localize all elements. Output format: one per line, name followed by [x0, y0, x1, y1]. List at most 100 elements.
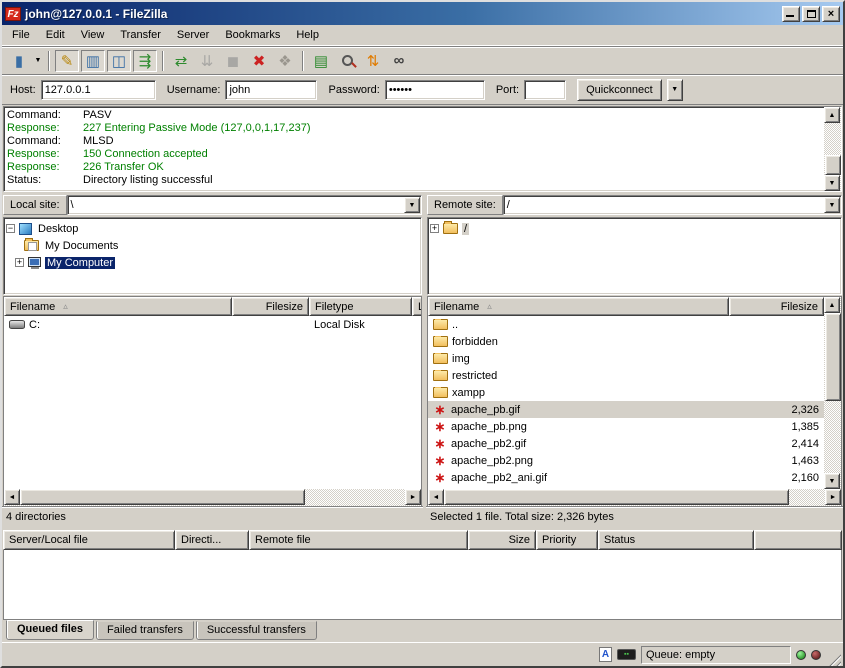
folder-icon — [433, 353, 448, 364]
queue-size-box: Queue: empty — [641, 646, 791, 664]
reconnect-icon[interactable]: ❖ — [273, 50, 297, 72]
remote-vscrollbar[interactable]: ▲ ▼ — [824, 297, 841, 489]
remote-vscrollbar-thumb[interactable] — [825, 313, 841, 401]
process-queue-icon[interactable]: ⇊ — [195, 50, 219, 72]
site-manager-dropdown-icon[interactable]: ▼ — [32, 50, 44, 72]
speed-limit-icon[interactable]: ▪▪ — [617, 649, 636, 660]
toggle-log-icon[interactable]: ✎ — [55, 50, 79, 72]
expand-icon[interactable]: + — [430, 224, 439, 233]
column-header-last-modified[interactable]: L — [412, 297, 421, 316]
resize-grip[interactable] — [826, 651, 841, 666]
file-name: apache_pb.png — [451, 421, 527, 433]
menu-help[interactable]: Help — [288, 27, 327, 43]
remote-hscrollbar[interactable]: ◄ ► — [427, 489, 842, 506]
site-manager-icon[interactable]: ▮ — [7, 50, 31, 72]
menu-file[interactable]: File — [4, 27, 38, 43]
scroll-left-icon[interactable]: ◄ — [4, 489, 20, 505]
file-row[interactable]: restricted — [428, 367, 824, 384]
file-row[interactable]: .. — [428, 316, 824, 333]
quickconnect-dropdown-icon[interactable]: ▼ — [667, 79, 683, 101]
tree-item-my-computer[interactable]: + My Computer — [6, 254, 419, 271]
column-header-filename[interactable]: Filename▵ — [4, 297, 232, 316]
cancel-icon[interactable]: ◼ — [221, 50, 245, 72]
file-row-c-drive[interactable]: C: Local Disk — [4, 316, 421, 333]
folder-icon — [433, 370, 448, 381]
desktop-icon — [19, 223, 32, 235]
directory-comparison-icon[interactable]: ▤ — [309, 50, 333, 72]
log-scrollbar[interactable]: ▲ ▼ — [824, 107, 841, 191]
file-row[interactable]: img — [428, 350, 824, 367]
username-input[interactable] — [225, 80, 317, 100]
log-text: 226 Transfer OK — [83, 161, 164, 174]
menu-bookmarks[interactable]: Bookmarks — [217, 27, 288, 43]
tree-item-my-documents[interactable]: My Documents — [6, 237, 419, 254]
menu-edit[interactable]: Edit — [38, 27, 73, 43]
disconnect-icon[interactable]: ✖ — [247, 50, 271, 72]
remote-site-dropdown-icon[interactable]: ▼ — [824, 197, 840, 213]
message-log-lines: Command:PASV Response:227 Entering Passi… — [4, 107, 824, 191]
column-header-direction[interactable]: Directi... — [175, 530, 249, 550]
file-row-selected[interactable]: ∗apache_pb.gif 2,326 — [428, 401, 824, 418]
scroll-up-icon[interactable]: ▲ — [824, 297, 840, 313]
local-site-label: Local site: — [3, 195, 67, 215]
column-header-remote-file[interactable]: Remote file — [249, 530, 468, 550]
port-input[interactable] — [524, 80, 566, 100]
toggle-local-tree-icon[interactable]: ▥ — [81, 50, 105, 72]
queue-list[interactable] — [3, 550, 842, 620]
scroll-right-icon[interactable]: ► — [405, 489, 421, 505]
local-site-dropdown-icon[interactable]: ▼ — [404, 197, 420, 213]
minimize-button[interactable] — [782, 6, 800, 22]
synchronized-browsing-icon[interactable]: ⇅ — [361, 50, 385, 72]
tab-queued-files[interactable]: Queued files — [6, 620, 94, 640]
menu-server[interactable]: Server — [169, 27, 217, 43]
remote-hscrollbar-thumb[interactable] — [444, 489, 789, 505]
log-text: MLSD — [83, 135, 114, 148]
menu-view[interactable]: View — [73, 27, 113, 43]
file-row[interactable]: xampp — [428, 384, 824, 401]
scroll-down-icon[interactable]: ▼ — [824, 175, 840, 191]
local-hscrollbar-thumb[interactable] — [20, 489, 305, 505]
tree-item-desktop[interactable]: − Desktop — [6, 220, 419, 237]
collapse-icon[interactable]: − — [6, 224, 15, 233]
column-header-filesize[interactable]: Filesize — [232, 297, 309, 316]
toggle-queue-icon[interactable]: ⇶ — [133, 50, 157, 72]
scroll-left-icon[interactable]: ◄ — [428, 489, 444, 505]
transfer-type-icon[interactable]: A — [599, 647, 612, 662]
file-row[interactable]: ∗apache_pb2_ani.gif 2,160 — [428, 469, 824, 486]
close-button[interactable]: × — [822, 6, 840, 22]
scroll-down-icon[interactable]: ▼ — [824, 473, 840, 489]
maximize-button[interactable] — [802, 6, 820, 22]
quickconnect-button[interactable]: Quickconnect — [577, 79, 662, 101]
toggle-remote-tree-icon[interactable]: ◫ — [107, 50, 131, 72]
refresh-icon[interactable]: ⇄ — [169, 50, 193, 72]
column-header-priority[interactable]: Priority — [536, 530, 598, 550]
tab-successful-transfers[interactable]: Successful transfers — [196, 621, 317, 640]
column-header-filename[interactable]: Filename▵ — [428, 297, 729, 316]
file-row[interactable]: forbidden — [428, 333, 824, 350]
folder-icon — [433, 387, 448, 398]
file-row[interactable]: ∗apache_pb2.gif 2,414 — [428, 435, 824, 452]
image-file-icon: ∗ — [433, 438, 447, 449]
column-header-filetype[interactable]: Filetype — [309, 297, 412, 316]
column-header-status[interactable]: Status — [598, 530, 754, 550]
tree-item-root[interactable]: + / — [430, 220, 839, 237]
file-row[interactable]: ∗apache_pb2.png 1,463 — [428, 452, 824, 469]
menu-transfer[interactable]: Transfer — [112, 27, 169, 43]
column-header-size[interactable]: Size — [468, 530, 536, 550]
file-row[interactable]: ∗apache_pb.png 1,385 — [428, 418, 824, 435]
scroll-up-icon[interactable]: ▲ — [824, 107, 840, 123]
log-scrollbar-thumb[interactable] — [825, 155, 841, 175]
scroll-right-icon[interactable]: ► — [825, 489, 841, 505]
host-input[interactable] — [41, 80, 156, 100]
remote-site-combo[interactable]: / ▼ — [503, 195, 842, 215]
local-hscrollbar[interactable]: ◄ ► — [3, 489, 422, 506]
expand-icon[interactable]: + — [15, 258, 24, 267]
column-header-server-local-file[interactable]: Server/Local file — [3, 530, 175, 550]
password-input[interactable] — [385, 80, 485, 100]
column-header-filesize[interactable]: Filesize — [729, 297, 824, 316]
local-site-combo[interactable]: \ ▼ — [67, 195, 422, 215]
tab-failed-transfers[interactable]: Failed transfers — [96, 621, 194, 640]
filter-icon[interactable] — [335, 50, 359, 72]
log-label: Command: — [7, 109, 83, 122]
find-files-icon[interactable]: ∞ — [387, 50, 411, 72]
